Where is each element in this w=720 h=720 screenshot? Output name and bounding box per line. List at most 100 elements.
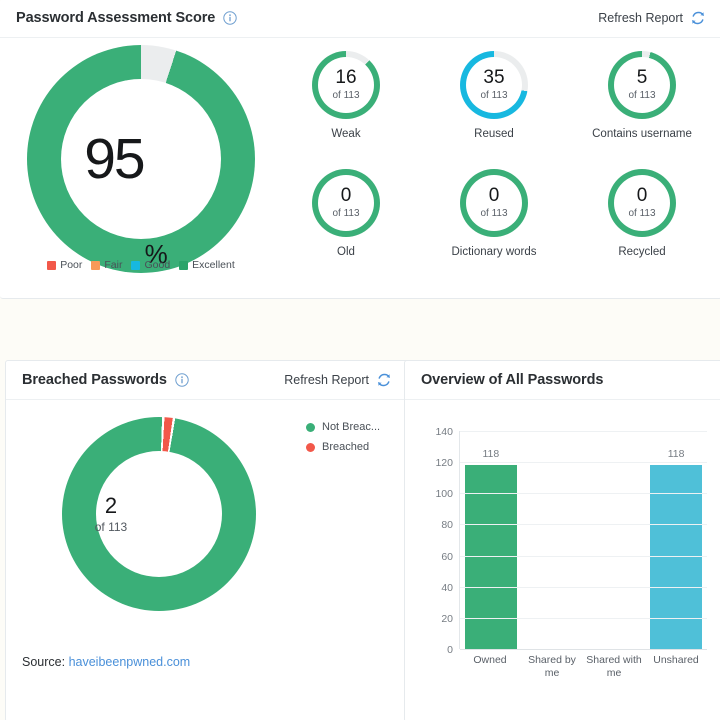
gauge-cell[interactable]: 0 of 113 Recycled	[568, 169, 716, 258]
gauge-ring: 16 of 113	[312, 51, 380, 119]
breached-legend-item[interactable]: Breached	[306, 441, 406, 453]
chart-bars: 118 118	[460, 431, 707, 649]
chart-bar-value-label: 118	[667, 448, 685, 461]
chart-gridline: 120	[435, 457, 707, 469]
legend-dot-icon	[306, 422, 315, 432]
chart-gridline: 100	[435, 488, 707, 500]
breached-legend: Not Breac... Breached	[306, 421, 406, 461]
gauge-cell[interactable]: 16 of 113 Weak	[272, 51, 420, 140]
assessment-gauge-grid: 16 of 113 Weak 35 of 113 Reused 5 of 113 Contain…	[272, 51, 716, 291]
gauge-label: Weak	[331, 128, 361, 140]
gauge-label: Old	[337, 246, 355, 258]
chart-x-label: Shared with me	[586, 654, 642, 680]
chart-gridline: 60	[441, 551, 707, 563]
chart-y-tick-label: 40	[441, 581, 453, 594]
overview-passwords-card: Overview of All Passwords 118 118 0 20 40 60…	[404, 360, 720, 720]
gauge-label: Contains username	[592, 128, 692, 140]
info-icon[interactable]	[175, 373, 189, 387]
source-prefix: Source:	[22, 655, 66, 669]
gauge-total: of 113	[480, 207, 508, 219]
page-title: Password Assessment Score	[16, 10, 216, 26]
chart-gridline: 0	[447, 644, 707, 656]
legend-label: Poor	[60, 259, 83, 271]
score-legend-item[interactable]: Good	[131, 259, 170, 271]
chart-gridline: 80	[441, 519, 707, 531]
refresh-icon	[376, 372, 392, 388]
breached-legend-item[interactable]: Not Breac...	[306, 421, 406, 433]
gauge-value: 35	[483, 67, 505, 89]
gauge-cell[interactable]: 35 of 113 Reused	[420, 51, 568, 140]
gauge-total: of 113	[628, 89, 656, 101]
score-legend-item[interactable]: Poor	[47, 259, 82, 271]
gauge-cell[interactable]: 0 of 113 Dictionary words	[420, 169, 568, 258]
gauge-center-text: 0 of 113	[460, 169, 528, 237]
legend-dot-icon	[306, 442, 315, 452]
gauge-center-text: 35 of 113	[460, 51, 528, 119]
chart-gridline: 140	[435, 426, 707, 438]
breached-title: Breached Passwords	[22, 372, 167, 388]
source-line: Source: haveibeenpwned.com	[22, 655, 190, 669]
gauge-center-text: 16 of 113	[312, 51, 380, 119]
chart-x-label: Shared by me	[528, 654, 576, 680]
breached-total: of 113	[94, 520, 128, 535]
breached-count: 2	[104, 492, 118, 518]
breached-donut-area: 2 of 113	[14, 417, 304, 667]
legend-label: Good	[144, 259, 171, 271]
gauge-label: Reused	[474, 128, 514, 140]
overview-card-header: Overview of All Passwords	[405, 361, 720, 400]
chart-y-tick-label: 20	[441, 612, 453, 625]
legend-label: Not Breac...	[322, 421, 381, 433]
chart-x-label: Unshared	[653, 654, 699, 666]
gauge-label: Recycled	[618, 246, 666, 258]
score-legend-item[interactable]: Fair	[91, 259, 122, 271]
legend-swatch-icon	[91, 260, 101, 270]
chart-bar-column[interactable]	[522, 431, 584, 649]
gauge-value: 0	[636, 185, 648, 207]
assessment-score-value: 95	[84, 126, 145, 191]
gauge-ring: 35 of 113	[460, 51, 528, 119]
gauge-ring: 0 of 113	[460, 169, 528, 237]
chart-plot-area: 118 118 0 20 40 60 80 100 120 140	[435, 426, 707, 656]
chart-y-tick-label: 80	[441, 519, 453, 532]
chart-y-tick-label: 120	[435, 457, 453, 470]
chart-bar-value-label: 118	[482, 448, 500, 461]
source-link[interactable]: haveibeenpwned.com	[69, 655, 191, 669]
gauge-total: of 113	[332, 89, 360, 101]
chart-bar-column[interactable]: 118	[645, 431, 707, 649]
assessment-score-legend: Poor Fair Good Excellent	[12, 259, 270, 271]
gauge-ring: 5 of 113	[608, 51, 676, 119]
gauge-center-text: 5 of 113	[608, 51, 676, 119]
gauge-total: of 113	[628, 207, 656, 219]
info-icon[interactable]	[223, 11, 237, 25]
breached-center: 2 of 113	[14, 417, 208, 611]
breached-card-header: Breached Passwords Refresh Report	[6, 361, 408, 400]
legend-swatch-icon	[47, 260, 57, 270]
gauge-cell[interactable]: 5 of 113 Contains username	[568, 51, 716, 140]
gauge-value: 5	[636, 67, 648, 89]
gauge-total: of 113	[480, 89, 508, 101]
chart-bar-column[interactable]: 118	[460, 431, 522, 649]
refresh-report-button[interactable]: Refresh Report	[284, 372, 392, 388]
gauge-value: 16	[335, 67, 357, 89]
gauge-center-text: 0 of 113	[608, 169, 676, 237]
assessment-score-center: 95 %	[12, 45, 240, 273]
gauge-value: 0	[488, 185, 500, 207]
chart-y-tick-label: 140	[435, 426, 453, 438]
breached-passwords-card: Breached Passwords Refresh Report 2 of 1…	[5, 360, 409, 720]
legend-swatch-icon	[179, 260, 189, 270]
overview-title: Overview of All Passwords	[421, 372, 604, 388]
chart-x-label: Owned	[473, 654, 507, 666]
password-assessment-card: Password Assessment Score Refresh Report	[0, 0, 720, 299]
refresh-icon	[690, 10, 706, 26]
gauge-label: Dictionary words	[451, 246, 537, 258]
legend-label: Fair	[104, 259, 123, 271]
refresh-report-button[interactable]: Refresh Report	[598, 10, 706, 26]
chart-x-axis-labels: Owned Shared by me Shared with me Unshared	[459, 654, 707, 680]
score-legend-item[interactable]: Excellent	[179, 259, 235, 271]
chart-bar-column[interactable]	[584, 431, 646, 649]
chart-y-tick-label: 60	[441, 550, 453, 563]
gauge-total: of 113	[332, 207, 360, 219]
legend-swatch-icon	[131, 260, 141, 270]
gauge-cell[interactable]: 0 of 113 Old	[272, 169, 420, 258]
legend-label: Excellent	[192, 259, 235, 271]
